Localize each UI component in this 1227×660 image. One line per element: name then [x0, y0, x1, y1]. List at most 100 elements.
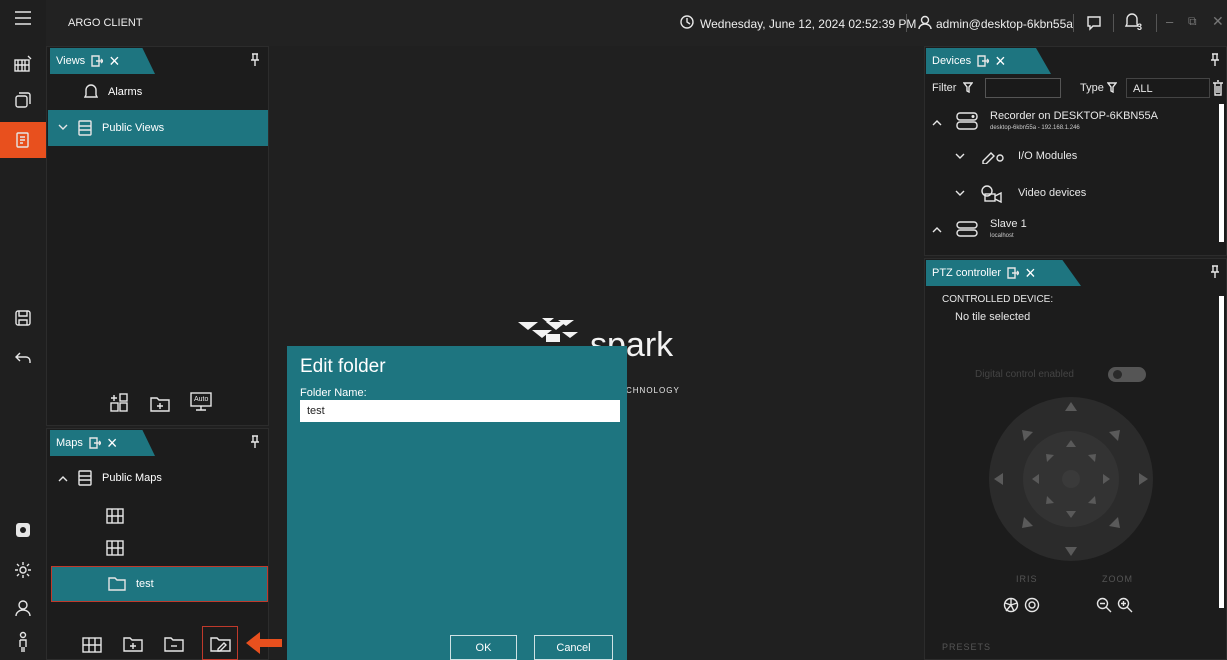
server-icon — [956, 221, 978, 237]
tab-views[interactable]: Views × — [50, 48, 155, 74]
add-folder-icon[interactable] — [150, 396, 170, 412]
user-icon — [918, 15, 932, 29]
ptz-tab-label: PTZ controller — [932, 267, 1002, 279]
close-icon[interactable]: × — [1025, 264, 1036, 282]
io-module-icon — [981, 150, 1005, 164]
folder-name-label: Folder Name: — [300, 387, 367, 399]
ptz-joystick[interactable] — [988, 396, 1154, 562]
add-map-icon[interactable] — [82, 635, 102, 653]
server-icon — [78, 120, 92, 136]
list-item-alarms[interactable]: Alarms — [84, 82, 142, 102]
zoom-in-icon[interactable] — [1117, 597, 1133, 613]
edit-folder-icon — [210, 636, 232, 652]
chevron-up-icon[interactable] — [932, 118, 942, 126]
filter-label: Filter — [932, 82, 957, 94]
controlled-device-label: CONTROLLED DEVICE: — [942, 294, 1054, 305]
chevron-down-icon[interactable] — [955, 190, 965, 198]
pin-icon[interactable] — [1210, 264, 1220, 278]
maps-tab-label: Maps — [56, 437, 83, 449]
type-label: Type — [1080, 82, 1104, 94]
views-panel — [46, 46, 269, 426]
tree-item-video-devices[interactable]: Video devices — [955, 184, 1205, 204]
user-label[interactable]: admin@desktop-6kbn55a — [936, 17, 1073, 31]
tree-item-slave[interactable]: Slave 1 localhost — [932, 218, 1182, 248]
dialog-title: Edit folder — [300, 356, 386, 377]
pin-icon[interactable] — [250, 52, 260, 66]
settings-icon[interactable] — [0, 512, 46, 548]
list-item-label: Alarms — [108, 86, 143, 98]
minimize-icon[interactable]: – — [1166, 14, 1173, 29]
close-icon[interactable]: × — [107, 434, 118, 452]
views-tab-label: Views — [56, 55, 86, 67]
tab-devices[interactable]: Devices × — [926, 48, 1051, 74]
layers-icon[interactable] — [0, 82, 46, 118]
devices-tab-label: Devices — [932, 55, 972, 67]
chevron-up-icon[interactable] — [58, 474, 68, 482]
tasks-icon[interactable] — [0, 122, 46, 158]
chevron-down-icon[interactable] — [58, 124, 68, 132]
scrollbar[interactable] — [1219, 296, 1224, 608]
tree-item-label: test — [136, 578, 154, 590]
chevron-up-icon[interactable] — [932, 225, 942, 233]
ok-button[interactable]: OK — [450, 635, 517, 660]
popout-icon[interactable] — [91, 55, 104, 67]
iris-open-icon[interactable] — [1024, 597, 1040, 613]
tree-item-public-maps[interactable]: Public Maps — [58, 466, 162, 490]
alarm-count-badge: 3 — [1137, 22, 1143, 32]
popout-icon[interactable] — [977, 55, 990, 67]
pin-icon[interactable] — [1210, 52, 1220, 66]
filter-icon — [963, 82, 973, 93]
type-select[interactable]: ALL — [1126, 78, 1210, 98]
person-icon[interactable] — [0, 624, 46, 660]
arrow-left-icon — [244, 630, 284, 656]
delete-icon[interactable] — [1212, 80, 1224, 96]
folder-icon — [108, 577, 126, 591]
gear-icon[interactable] — [0, 552, 46, 588]
bell-icon — [84, 84, 98, 100]
scrollbar[interactable] — [1219, 104, 1224, 242]
save-icon[interactable] — [0, 300, 46, 336]
pin-icon[interactable] — [250, 434, 260, 448]
close-icon[interactable]: × — [995, 52, 1006, 70]
add-folder-icon[interactable] — [123, 636, 143, 652]
close-icon[interactable]: ✕ — [1212, 13, 1224, 30]
tree-item-recorder[interactable]: Recorder on DESKTOP-6KBN55A desktop-6kbn… — [932, 110, 1212, 146]
edit-folder-button[interactable] — [202, 626, 238, 660]
list-item-public-views[interactable]: Public Views — [48, 110, 268, 146]
video-devices-label: Video devices — [1018, 187, 1087, 199]
close-icon[interactable]: × — [109, 52, 120, 70]
popout-icon[interactable] — [89, 437, 101, 449]
popout-icon[interactable] — [1007, 267, 1020, 279]
auto-label: Auto — [194, 396, 209, 403]
cancel-button[interactable]: Cancel — [534, 635, 613, 660]
restore-icon[interactable]: ⧉ — [1188, 14, 1197, 29]
zoom-label: ZOOM — [1102, 574, 1133, 584]
menu-icon[interactable] — [0, 0, 46, 36]
iris-close-icon[interactable] — [1003, 597, 1019, 613]
chevron-down-icon[interactable] — [955, 153, 965, 161]
server-icon — [78, 470, 92, 486]
video-wall-icon[interactable] — [0, 46, 46, 82]
folder-name-input[interactable] — [300, 400, 620, 422]
tab-ptz-controller[interactable]: PTZ controller × — [926, 260, 1081, 286]
tab-maps[interactable]: Maps × — [50, 430, 155, 456]
filter-icon — [1107, 82, 1117, 93]
filter-input[interactable] — [985, 78, 1061, 98]
recorder-name: Recorder on DESKTOP-6KBN55A — [990, 110, 1158, 122]
tree-item-io-modules[interactable]: I/O Modules — [955, 148, 1205, 168]
tree-item-label: Public Maps — [102, 472, 162, 484]
undo-icon[interactable] — [0, 340, 46, 376]
zoom-out-icon[interactable] — [1096, 597, 1112, 613]
presets-label: PRESETS — [942, 642, 992, 652]
map-icon[interactable] — [106, 508, 124, 524]
user-icon[interactable] — [0, 590, 46, 626]
add-layout-icon[interactable] — [110, 393, 128, 413]
remove-folder-icon[interactable] — [164, 636, 184, 652]
app-title: ARGO CLIENT — [68, 17, 143, 29]
tree-item-test[interactable]: test — [51, 566, 268, 602]
camera-icon — [981, 185, 1003, 203]
map-icon[interactable] — [106, 540, 124, 556]
digital-control-toggle[interactable] — [1108, 367, 1146, 382]
list-item-label: Public Views — [102, 122, 165, 134]
chat-icon[interactable] — [1086, 15, 1102, 31]
